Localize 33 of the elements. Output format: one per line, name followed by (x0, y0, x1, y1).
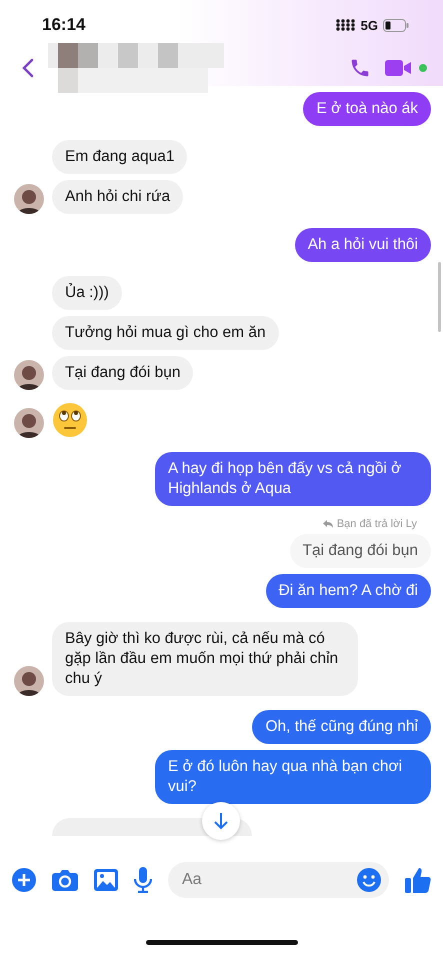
message-input[interactable]: Aa (168, 862, 389, 898)
message-bubble: Em đang aqua1 (52, 140, 188, 174)
message-bubble: Ủa :))) (52, 276, 122, 310)
message-bubble: Bây giờ thì ko được rùi, cả nếu mà có gặp lần đầu em muốn mọi thứ phải chỉn chu ý (52, 622, 358, 696)
message-bubble: Tại đang đói bụn (52, 356, 194, 390)
scroll-down-button[interactable] (202, 802, 240, 840)
down-arrow-icon (214, 812, 228, 830)
message-bubble: E ở toà nào ák (303, 92, 431, 126)
message-bubble: Anh hỏi chi rứa (52, 180, 184, 214)
network-label: 5G (360, 18, 378, 32)
image-icon[interactable] (94, 869, 118, 891)
reply-note: Bạn đã trả lời Ly (336, 518, 417, 530)
battery-icon (383, 18, 409, 32)
message-bubble: Tưởng hỏi mua gì cho em ăn (52, 316, 279, 350)
phone-icon[interactable] (349, 57, 371, 79)
reply-icon (322, 520, 333, 528)
message-bubble: Đi ăn hem? A chờ đi (266, 574, 431, 608)
add-icon[interactable] (12, 868, 36, 892)
thumbs-up-icon[interactable] (405, 867, 431, 893)
message-bubble: Ah a hỏi vui thôi (294, 228, 431, 262)
emoji-icon[interactable] (357, 868, 381, 892)
message-bubble: A hay đi họp bên đấy vs cả ngồi ở Highlands ở Aqua (155, 452, 431, 506)
signal-icon (336, 19, 356, 31)
back-icon[interactable] (22, 58, 34, 78)
message-bubble: Oh, thế cũng đúng nhỉ (252, 710, 431, 744)
camera-icon[interactable] (52, 869, 78, 891)
scroll-bar (438, 262, 441, 332)
eye-roll-emoji-icon (52, 402, 88, 438)
quoted-message: Tại đang đói bụn (290, 534, 431, 568)
video-call-icon[interactable] (385, 58, 413, 78)
status-time: 16:14 (42, 15, 86, 35)
message-bubble: E ở đó luôn hay qua nhà bạn chơi vui? (155, 750, 431, 804)
microphone-icon[interactable] (134, 867, 152, 893)
